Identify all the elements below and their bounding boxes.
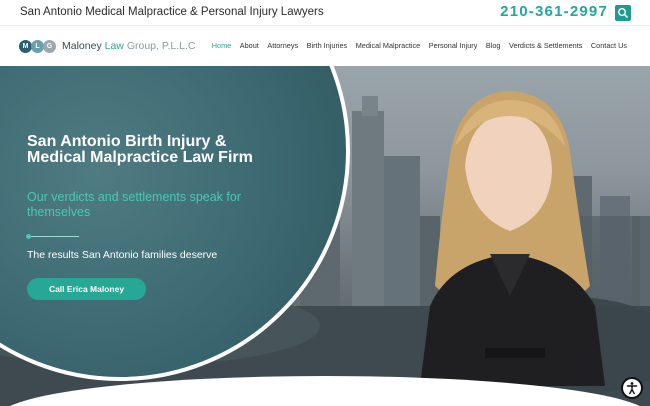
hero-headline: San Antonio Birth Injury & Medical Malpr… [27, 133, 253, 166]
hero-divider [27, 236, 79, 237]
nav-item-medical-malpractice[interactable]: Medical Malpractice [356, 41, 420, 50]
nav-item-attorneys[interactable]: Attorneys [267, 41, 298, 50]
logo-badge-g: G [43, 39, 56, 53]
primary-nav: Home About Attorneys Birth Injuries Medi… [203, 41, 627, 50]
nav-item-about[interactable]: About [240, 41, 259, 50]
call-erica-maloney-button[interactable]: Call Erica Maloney [27, 278, 146, 300]
site-tagline: San Antonio Medical Malpractice & Person… [20, 6, 324, 18]
nav-item-blog[interactable]: Blog [486, 41, 501, 50]
search-button[interactable] [615, 5, 631, 21]
accessibility-icon [626, 382, 638, 395]
logo-text: Maloney Law Group, P.L.L.C [62, 40, 196, 52]
site-logo[interactable]: M L G Maloney Law Group, P.L.L.C [19, 38, 196, 54]
logo-name-main: Maloney [62, 40, 102, 52]
accessibility-button[interactable] [621, 377, 643, 399]
nav-item-personal-injury[interactable]: Personal Injury [429, 41, 478, 50]
main-header: M L G Maloney Law Group, P.L.L.C Home Ab… [0, 26, 650, 66]
phone-number-link[interactable]: 210-361-2997 [500, 3, 608, 20]
hero-divider-dot [26, 234, 31, 239]
top-bar: San Antonio Medical Malpractice & Person… [0, 0, 650, 26]
logo-name-law: Law [104, 40, 124, 52]
nav-item-contact-us[interactable]: Contact Us [591, 41, 627, 50]
nav-item-birth-injuries[interactable]: Birth Injuries [307, 41, 348, 50]
nav-item-home[interactable]: Home [212, 41, 231, 50]
nav-item-verdicts-settlements[interactable]: Verdicts & Settlements [509, 41, 582, 50]
hero-subheading: Our verdicts and settlements speak for t… [27, 190, 241, 219]
search-icon [618, 8, 628, 18]
hero-section [0, 66, 650, 406]
logo-name-rest: Group, P.L.L.C [126, 40, 196, 52]
attorney-portrait [420, 91, 605, 386]
hero-tagline: The results San Antonio families deserve [27, 249, 218, 261]
